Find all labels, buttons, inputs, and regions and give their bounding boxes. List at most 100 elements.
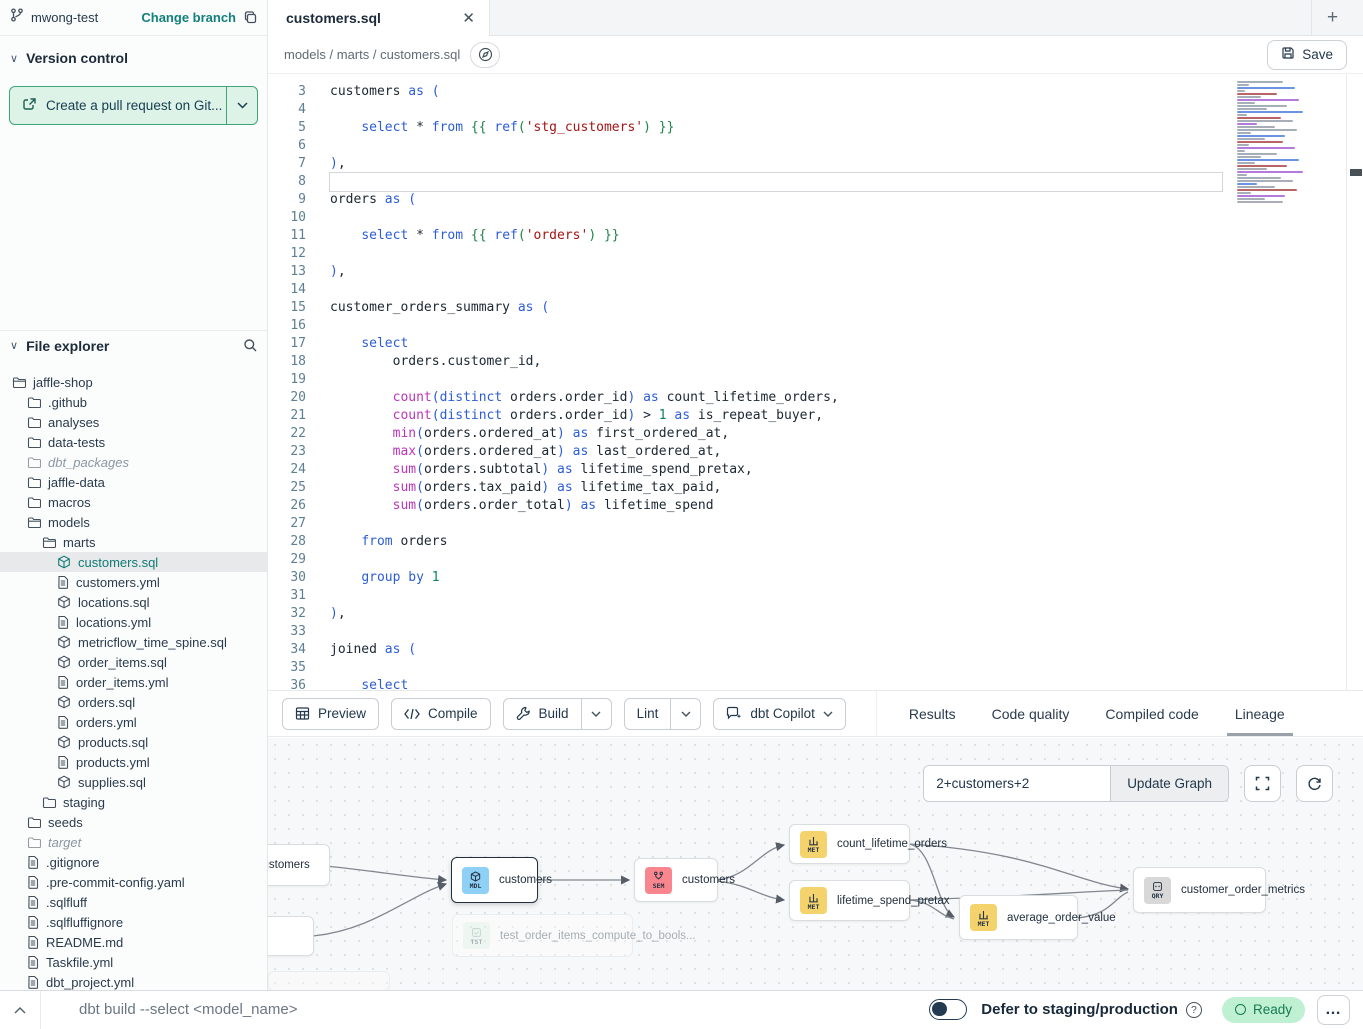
- preview-button[interactable]: Preview: [282, 698, 379, 730]
- chevron-down-icon: [823, 711, 833, 717]
- lineage-node-lifetime-spend-pretax[interactable]: METlifetime_spend_pretax: [789, 880, 910, 921]
- tab-results[interactable]: Results: [891, 691, 974, 736]
- tab-customers-sql[interactable]: customers.sql ✕: [268, 0, 490, 36]
- file-explorer-header[interactable]: ∨ File explorer: [0, 330, 268, 360]
- tree-item-products-yml[interactable]: products.yml: [0, 752, 268, 772]
- tree-item--sqlfluffignore[interactable]: .sqlfluffignore: [0, 912, 268, 932]
- update-graph-button[interactable]: Update Graph: [1110, 766, 1228, 801]
- tree-item-locations-yml[interactable]: locations.yml: [0, 612, 268, 632]
- tree-item-products-sql[interactable]: products.sql: [0, 732, 268, 752]
- tree-item-target[interactable]: target: [0, 832, 268, 852]
- lineage-node-customers-semantic[interactable]: SEMcustomers: [634, 858, 718, 902]
- lineage-node-customers-model[interactable]: MDLcustomers: [451, 857, 538, 903]
- tree-item-models[interactable]: models: [0, 512, 268, 532]
- lint-dropdown-chevron[interactable]: [670, 699, 700, 729]
- code-editor[interactable]: 3customers as (45 select * from {{ ref('…: [268, 74, 1363, 690]
- mdl-badge-icon: MDL: [462, 867, 489, 894]
- folder-icon: [42, 796, 56, 809]
- tree-item--sqlfluff[interactable]: .sqlfluff: [0, 892, 268, 912]
- lineage-node-partial-node[interactable]: [268, 971, 390, 990]
- lint-button[interactable]: Lint: [625, 699, 671, 729]
- tree-item-jaffle-data[interactable]: jaffle-data: [0, 472, 268, 492]
- lineage-node-average-order-value[interactable]: METaverage_order_value: [959, 895, 1078, 940]
- new-tab-button[interactable]: +: [1311, 0, 1353, 35]
- tree-item-dbt-project-yml[interactable]: dbt_project.yml: [0, 972, 268, 990]
- create-pr-label: Create a pull request on Git...: [46, 98, 222, 113]
- refresh-button[interactable]: [1296, 765, 1333, 802]
- tree-item-label: order_items.sql: [78, 655, 167, 670]
- tree-item-order-items-sql[interactable]: order_items.sql: [0, 652, 268, 672]
- tree-item-metricflow-time-spine-sql[interactable]: metricflow_time_spine.sql: [0, 632, 268, 652]
- lineage-node-stg-customers[interactable]: stg_customers: [268, 844, 330, 886]
- save-button[interactable]: Save: [1267, 40, 1347, 70]
- tree-item-data-tests[interactable]: data-tests: [0, 432, 268, 452]
- line-number: 5: [268, 119, 306, 137]
- defer-toggle[interactable]: [929, 999, 967, 1020]
- change-branch-link[interactable]: Change branch: [141, 10, 236, 25]
- tree-item-label: order_items.yml: [76, 675, 168, 690]
- git-branch-row: mwong-test Change branch: [0, 0, 268, 36]
- lineage-node-customer-order-metrics[interactable]: QRYcustomer_order_metrics: [1133, 867, 1266, 913]
- collapse-panel-chevron[interactable]: [0, 1006, 40, 1014]
- ready-status-badge: Ready: [1222, 997, 1305, 1023]
- tree-item-taskfile-yml[interactable]: Taskfile.yml: [0, 952, 268, 972]
- build-dropdown-chevron[interactable]: [581, 699, 611, 729]
- help-icon[interactable]: ?: [1186, 1002, 1202, 1018]
- tree-item-analyses[interactable]: analyses: [0, 412, 268, 432]
- tree-item-jaffle-shop[interactable]: jaffle-shop: [0, 372, 268, 392]
- tree-item-macros[interactable]: macros: [0, 492, 268, 512]
- tree-item--pre-commit-config-yaml[interactable]: .pre-commit-config.yaml: [0, 872, 268, 892]
- version-control-header[interactable]: ∨ Version control: [0, 46, 268, 70]
- lineage-panel[interactable]: stg_customersorders MDLcustomers TSTtest_o…: [268, 738, 1363, 990]
- command-input[interactable]: dbt build --select <model_name>: [79, 1001, 929, 1018]
- lineage-selector-input[interactable]: [924, 766, 1110, 801]
- fullscreen-button[interactable]: [1244, 765, 1281, 802]
- line-number: 35: [268, 659, 306, 677]
- file-tree: jaffle-shop.githubanalysesdata-testsdbt_…: [0, 372, 268, 990]
- tab-lineage[interactable]: Lineage: [1217, 691, 1303, 736]
- tree-item-order-items-yml[interactable]: order_items.yml: [0, 672, 268, 692]
- lineage-node-test-order-items[interactable]: TSTtest_order_items_compute_to_bools...: [452, 914, 633, 957]
- explore-lineage-icon[interactable]: [470, 42, 500, 68]
- tree-item-staging[interactable]: staging: [0, 792, 268, 812]
- tree-item-locations-sql[interactable]: locations.sql: [0, 592, 268, 612]
- tree-item--github[interactable]: .github: [0, 392, 268, 412]
- tree-item-customers-yml[interactable]: customers.yml: [0, 572, 268, 592]
- compile-button[interactable]: Compile: [391, 698, 491, 730]
- line-number: 34: [268, 641, 306, 659]
- close-icon[interactable]: ✕: [462, 9, 475, 27]
- tree-item-supplies-sql[interactable]: supplies.sql: [0, 772, 268, 792]
- met-badge-icon: MET: [800, 887, 827, 914]
- line-number: 33: [268, 623, 306, 641]
- tree-item-label: products.yml: [76, 755, 150, 770]
- copy-icon[interactable]: [243, 10, 258, 25]
- tree-item--gitignore[interactable]: .gitignore: [0, 852, 268, 872]
- create-pr-button[interactable]: Create a pull request on Git...: [10, 87, 226, 124]
- tree-item-seeds[interactable]: seeds: [0, 812, 268, 832]
- tree-item-label: seeds: [48, 815, 83, 830]
- tree-item-orders-yml[interactable]: orders.yml: [0, 712, 268, 732]
- lineage-node-orders[interactable]: orders: [268, 916, 314, 956]
- code-line-4: 4: [268, 101, 1222, 119]
- line-number: 9: [268, 191, 306, 209]
- more-options-button[interactable]: …: [1317, 995, 1350, 1025]
- dbt-copilot-button[interactable]: dbt Copilot: [713, 698, 846, 730]
- build-button[interactable]: Build: [504, 699, 581, 729]
- editor-scrollbar[interactable]: [1350, 169, 1362, 176]
- create-pr-dropdown-chevron[interactable]: [226, 87, 257, 124]
- tree-item-orders-sql[interactable]: orders.sql: [0, 692, 268, 712]
- editor-minimap[interactable]: [1233, 74, 1311, 204]
- code-line-25: 25 sum(orders.tax_paid) as lifetime_tax_…: [268, 479, 1222, 497]
- folder-icon: [27, 816, 41, 829]
- tree-item-marts[interactable]: marts: [0, 532, 268, 552]
- search-icon[interactable]: [243, 338, 258, 353]
- tree-item-customers-sql[interactable]: customers.sql: [0, 552, 268, 572]
- tree-item-label: metricflow_time_spine.sql: [78, 635, 227, 650]
- folder-open-icon: [12, 376, 26, 389]
- tree-item-readme-md[interactable]: README.md: [0, 932, 268, 952]
- tree-item-dbt-packages[interactable]: dbt_packages: [0, 452, 268, 472]
- lineage-node-count-lifetime-orders[interactable]: METcount_lifetime_orders: [789, 824, 910, 864]
- tab-compiled-code[interactable]: Compiled code: [1087, 691, 1216, 736]
- tab-code-quality[interactable]: Code quality: [974, 691, 1088, 736]
- tree-item-label: orders.sql: [78, 695, 135, 710]
